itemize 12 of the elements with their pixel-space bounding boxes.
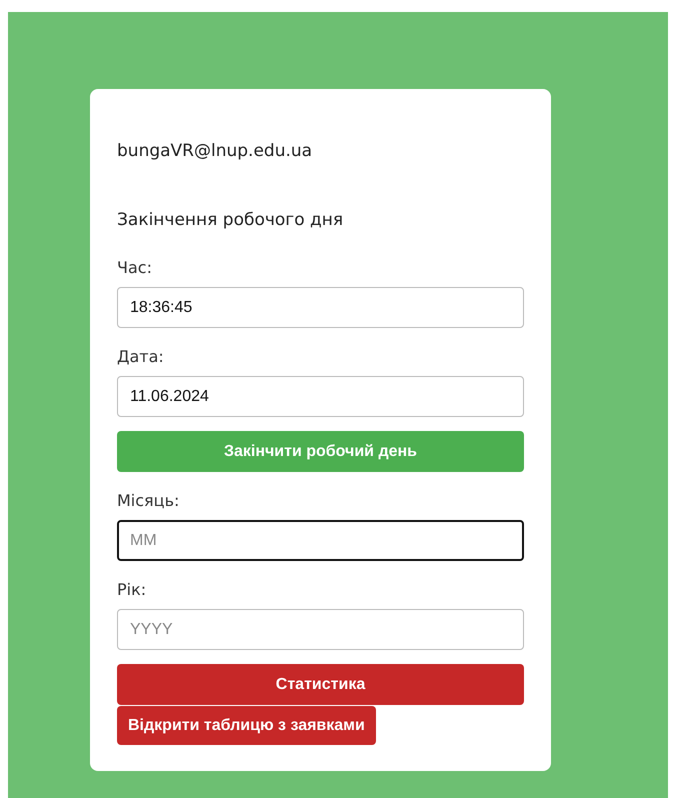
- input-field[interactable]: YYYY: [117, 609, 524, 650]
- action-button[interactable]: Статистика: [117, 664, 524, 705]
- action-button[interactable]: Відкрити таблицю з заявками: [117, 706, 376, 745]
- input-field[interactable]: MM: [117, 520, 524, 561]
- input-field[interactable]: 18:36:45: [117, 287, 524, 328]
- input-field[interactable]: 11.06.2024: [117, 376, 524, 417]
- section-title: Закінчення робочого дня: [117, 209, 344, 232]
- field-label: Рік:: [117, 579, 146, 601]
- user-email: bungaVR@lnup.edu.ua: [117, 140, 312, 163]
- field-label: Місяць:: [117, 490, 180, 512]
- field-label: Час:: [117, 257, 152, 279]
- field-label: Дата:: [117, 346, 164, 368]
